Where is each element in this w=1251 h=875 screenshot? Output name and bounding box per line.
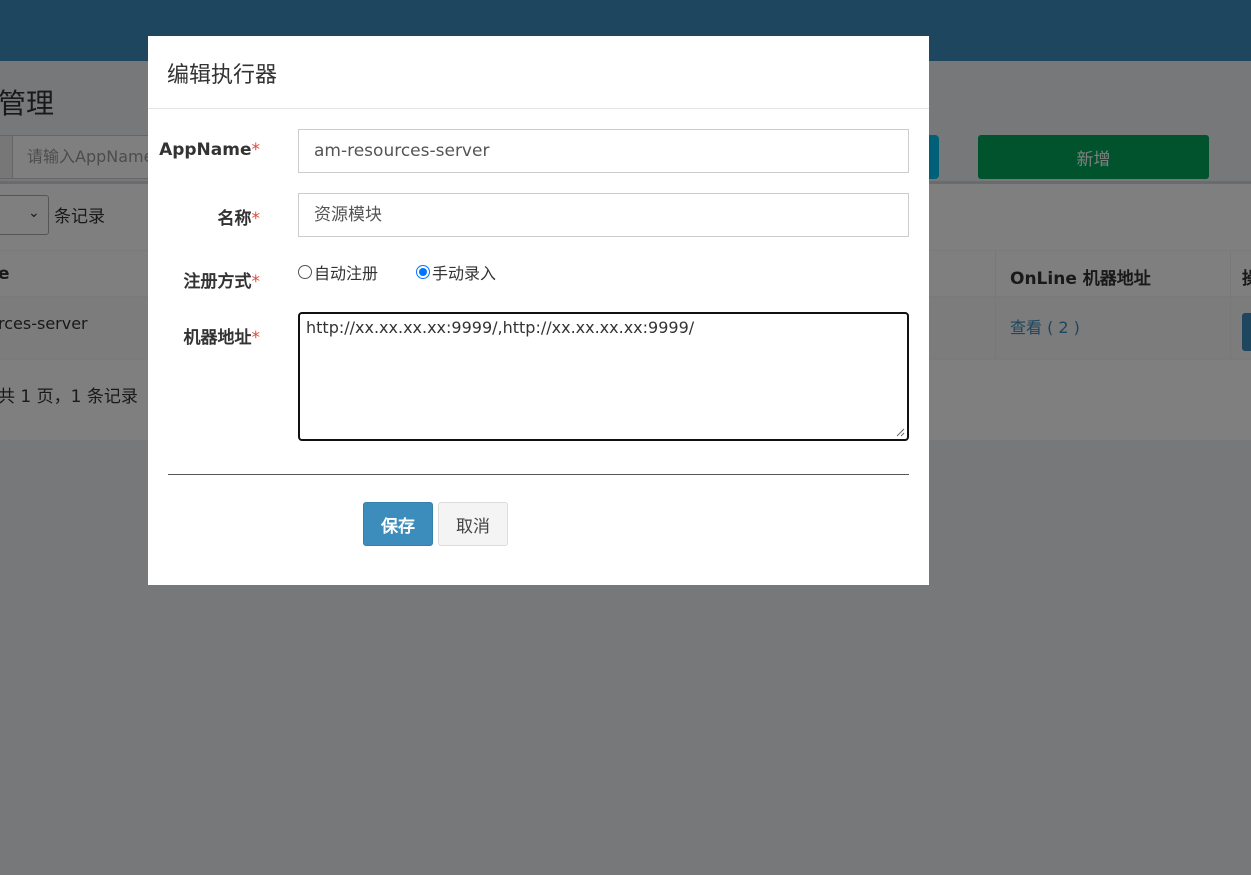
- edit-executor-modal: 编辑执行器 AppName* am-resources-server 名称* 资…: [148, 36, 929, 585]
- appname-label-text: AppName: [159, 140, 252, 160]
- register-type-label-text: 注册方式: [183, 272, 252, 292]
- radio-manual-entry-label: 手动录入: [432, 264, 497, 283]
- name-label: 名称*: [148, 204, 261, 229]
- radio-auto-register[interactable]: 自动注册: [298, 260, 378, 284]
- required-mark: *: [251, 209, 261, 229]
- address-label-text: 机器地址: [183, 328, 252, 348]
- resize-grip-icon[interactable]: [895, 427, 905, 437]
- address-textarea-value: http://xx.xx.xx.xx:9999/,http://xx.xx.xx…: [306, 318, 695, 337]
- appname-label: AppName*: [148, 140, 260, 160]
- radio-checked-icon[interactable]: [416, 265, 430, 279]
- modal-header: 编辑执行器: [148, 36, 929, 109]
- required-mark: *: [251, 140, 261, 160]
- radio-manual-entry[interactable]: 手动录入: [416, 260, 496, 284]
- address-label: 机器地址*: [148, 323, 261, 348]
- modal-title: 编辑执行器: [167, 63, 278, 88]
- address-textarea[interactable]: http://xx.xx.xx.xx:9999/,http://xx.xx.xx…: [298, 312, 909, 441]
- name-label-text: 名称: [217, 209, 252, 229]
- modal-divider: [168, 474, 909, 475]
- save-button[interactable]: 保存: [363, 502, 433, 546]
- required-mark: *: [251, 328, 261, 348]
- required-mark: *: [251, 272, 261, 292]
- radio-circle-icon[interactable]: [298, 265, 312, 279]
- register-type-label: 注册方式*: [148, 267, 261, 292]
- appname-input[interactable]: am-resources-server: [298, 129, 909, 173]
- radio-auto-register-label: 自动注册: [314, 264, 379, 283]
- cancel-button[interactable]: 取消: [438, 502, 508, 546]
- name-input[interactable]: 资源模块: [298, 193, 909, 237]
